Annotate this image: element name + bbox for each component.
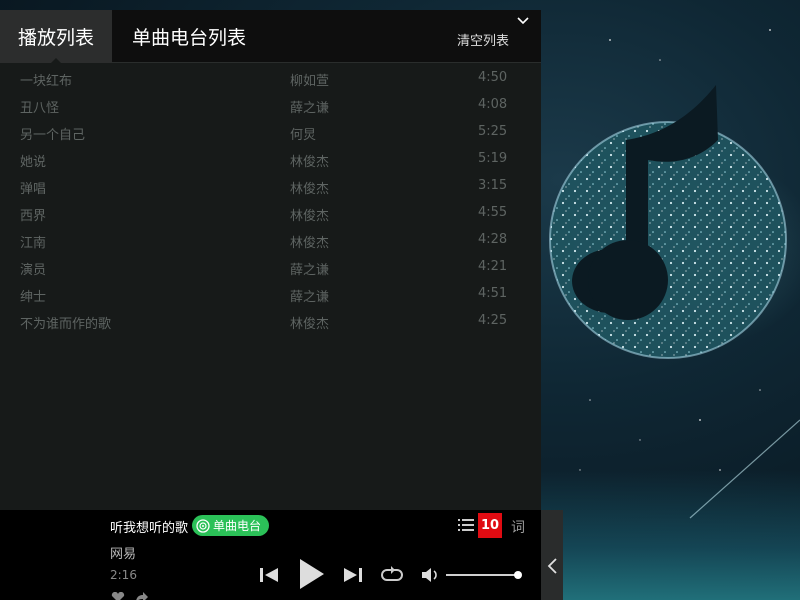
song-title: 弹唱 xyxy=(20,182,47,197)
song-row[interactable]: 绅士 薛之谦 4:51 xyxy=(0,281,541,308)
list-icon[interactable] xyxy=(458,518,474,532)
song-duration: 4:55 xyxy=(478,205,508,220)
player-bar: 听我想听的歌 单曲电台 网易 2:16 10 词 xyxy=(0,510,541,600)
song-row[interactable]: 演员 薛之谦 4:21 xyxy=(0,254,541,281)
song-title: 绅士 xyxy=(20,290,47,305)
song-duration: 4:28 xyxy=(478,232,508,247)
clear-list-button[interactable]: 清空列表 xyxy=(457,30,509,49)
chevron-left-icon xyxy=(547,558,557,574)
song-artist: 林俊杰 xyxy=(290,209,330,224)
song-duration: 4:50 xyxy=(478,70,508,85)
song-artist: 薛之谦 xyxy=(290,290,330,305)
side-collapse-handle[interactable] xyxy=(541,510,563,600)
song-list: 一块红布 柳如萱 4:50 丑八怪 薛之谦 4:08 另一个自己 何炅 5:25 她说 林俊杰… xyxy=(0,65,541,335)
song-row[interactable]: 不为谁而作的歌 林俊杰 4:25 xyxy=(0,308,541,335)
song-artist: 林俊杰 xyxy=(290,155,330,170)
song-artist: 薛之谦 xyxy=(290,101,330,116)
song-duration: 4:21 xyxy=(478,259,508,274)
song-artist: 柳如萱 xyxy=(290,74,330,89)
song-duration: 4:51 xyxy=(478,286,508,301)
song-title: 演员 xyxy=(20,263,47,278)
song-title: 江南 xyxy=(20,236,47,251)
song-row[interactable]: 一块红布 柳如萱 4:50 xyxy=(0,65,541,92)
radio-badge-label: 单曲电台 xyxy=(213,519,262,533)
song-title: 她说 xyxy=(20,155,47,170)
collapse-chevron-icon[interactable] xyxy=(515,14,531,28)
volume-icon[interactable] xyxy=(420,566,440,584)
lyrics-button[interactable]: 词 xyxy=(511,517,525,537)
song-title: 不为谁而作的歌 xyxy=(20,317,112,332)
now-playing-artist: 网易 xyxy=(110,547,137,562)
song-row[interactable]: 另一个自己 何炅 5:25 xyxy=(0,119,541,146)
now-playing-title: 听我想听的歌 xyxy=(110,521,189,536)
song-row[interactable]: 江南 林俊杰 4:28 xyxy=(0,227,541,254)
song-duration: 5:19 xyxy=(478,151,508,166)
radio-icon xyxy=(196,518,210,533)
song-artist: 何炅 xyxy=(290,128,317,143)
play-icon[interactable] xyxy=(296,557,326,591)
song-duration: 4:08 xyxy=(478,97,508,112)
playlist-tabs: 播放列表 单曲电台列表 清空列表 xyxy=(0,10,541,64)
tab-playlist[interactable]: 播放列表 xyxy=(0,10,112,64)
heart-icon[interactable] xyxy=(110,592,126,600)
song-artist: 林俊杰 xyxy=(290,317,330,332)
song-title: 西界 xyxy=(20,209,47,224)
volume-slider-knob[interactable] xyxy=(514,571,522,579)
playlist-count-badge[interactable]: 10 xyxy=(478,513,502,538)
song-row[interactable]: 西界 林俊杰 4:55 xyxy=(0,200,541,227)
song-artist: 薛之谦 xyxy=(290,263,330,278)
repeat-icon[interactable] xyxy=(381,566,403,584)
song-artist: 林俊杰 xyxy=(290,236,330,251)
volume-slider[interactable] xyxy=(446,574,520,576)
prev-icon[interactable] xyxy=(258,565,280,585)
song-duration: 4:25 xyxy=(478,313,508,328)
song-duration: 3:15 xyxy=(478,178,508,193)
qq-music-logo xyxy=(549,85,787,359)
next-icon[interactable] xyxy=(342,565,364,585)
playlist-panel: 播放列表 单曲电台列表 清空列表 一块红布 柳如萱 4:50 丑八怪 薛之谦 4:08 … xyxy=(0,10,541,510)
share-icon[interactable] xyxy=(134,592,148,600)
song-row[interactable]: 她说 林俊杰 5:19 xyxy=(0,146,541,173)
radio-badge[interactable]: 单曲电台 xyxy=(192,515,270,536)
song-artist: 林俊杰 xyxy=(290,182,330,197)
tab-radio-list[interactable]: 单曲电台列表 xyxy=(132,10,246,63)
song-duration: 5:25 xyxy=(478,124,508,139)
playback-time: 2:16 xyxy=(110,568,137,582)
song-title: 丑八怪 xyxy=(20,101,60,116)
song-title: 一块红布 xyxy=(20,74,73,89)
song-title: 另一个自己 xyxy=(20,128,86,143)
song-row[interactable]: 弹唱 林俊杰 3:15 xyxy=(0,173,541,200)
song-row[interactable]: 丑八怪 薛之谦 4:08 xyxy=(0,92,541,119)
